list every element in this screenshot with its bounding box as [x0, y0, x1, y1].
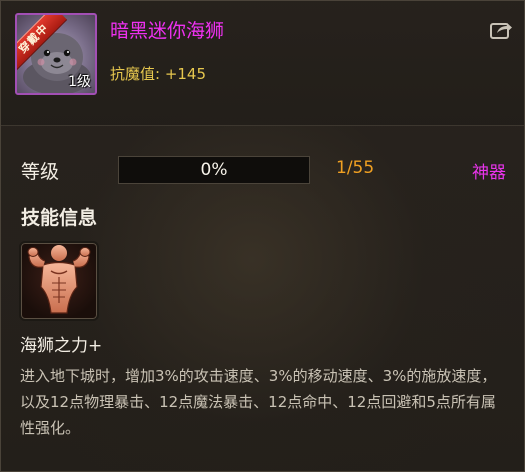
level-progress-bar: 0%: [118, 156, 310, 184]
level-label: 等级: [21, 161, 60, 183]
pet-portrait[interactable]: 穿戴中 1级: [15, 13, 97, 95]
share-icon: [490, 23, 512, 39]
skill-icon-frame[interactable]: [19, 241, 99, 321]
item-stat: 抗魔值: +145: [110, 65, 207, 83]
item-name: 暗黑迷你海狮: [110, 20, 225, 42]
skill-description: 进入地下城时，增加3%的攻击速度、3%的移动速度、3%的施放速度，以及12点物理…: [20, 367, 497, 437]
rarity-label: 神器: [472, 163, 506, 183]
item-header: 穿戴中 1级 暗黑迷你海狮 抗魔值: +145: [1, 1, 524, 126]
item-level-badge: 1级: [68, 74, 91, 90]
muscle-flex-icon: [27, 245, 91, 314]
skill-info-heading: 技能信息: [21, 207, 98, 229]
level-count: 1/55: [336, 158, 375, 178]
skill-name: 海狮之力+: [20, 336, 103, 356]
share-button[interactable]: [486, 15, 516, 45]
item-tooltip-panel: 穿戴中 1级 暗黑迷你海狮 抗魔值: +145 等级 0% 1/55 神器 技能…: [0, 0, 525, 472]
level-progress-text: 0%: [200, 160, 228, 180]
